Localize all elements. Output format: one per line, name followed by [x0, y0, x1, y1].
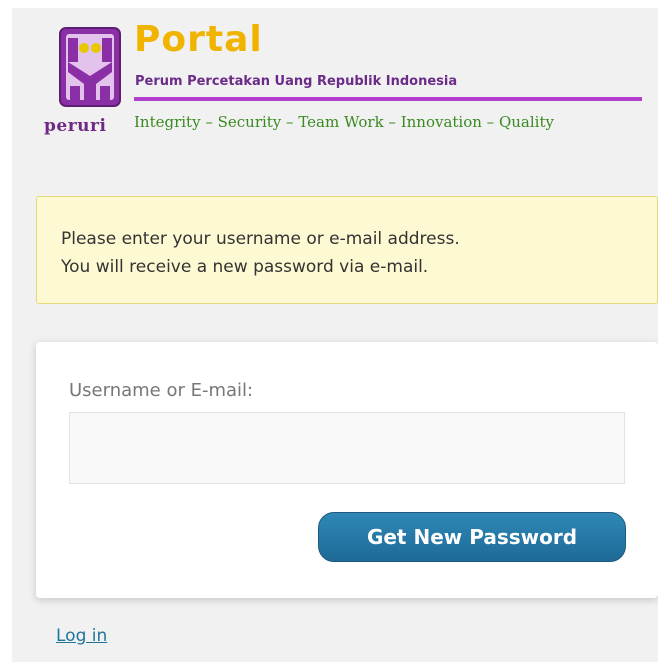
- lost-password-form: Username or E-mail: Get New Password: [36, 342, 658, 598]
- peruri-portal-logo: peruri Portal Perum Percetakan Uang Repu…: [44, 19, 644, 142]
- username-label: Username or E-mail:: [69, 380, 254, 401]
- logo-divider: [134, 97, 642, 101]
- lost-password-page: peruri Portal Perum Percetakan Uang Repu…: [12, 8, 658, 662]
- logo-title: Portal: [134, 19, 263, 60]
- logo-tagline: Integrity – Security – Team Work – Innov…: [134, 113, 554, 131]
- username-input[interactable]: [69, 412, 625, 484]
- instruction-message: Please enter your username or e-mail add…: [36, 196, 658, 304]
- instruction-line-2: You will receive a new password via e-ma…: [61, 257, 429, 277]
- instruction-line-1: Please enter your username or e-mail add…: [61, 229, 460, 249]
- logo-subtitle: Perum Percetakan Uang Republik Indonesia: [135, 74, 458, 89]
- peruri-emblem-icon: [59, 27, 121, 107]
- get-new-password-button[interactable]: Get New Password: [318, 512, 626, 562]
- logo-wordmark: peruri: [44, 116, 107, 136]
- log-in-link[interactable]: Log in: [56, 626, 107, 646]
